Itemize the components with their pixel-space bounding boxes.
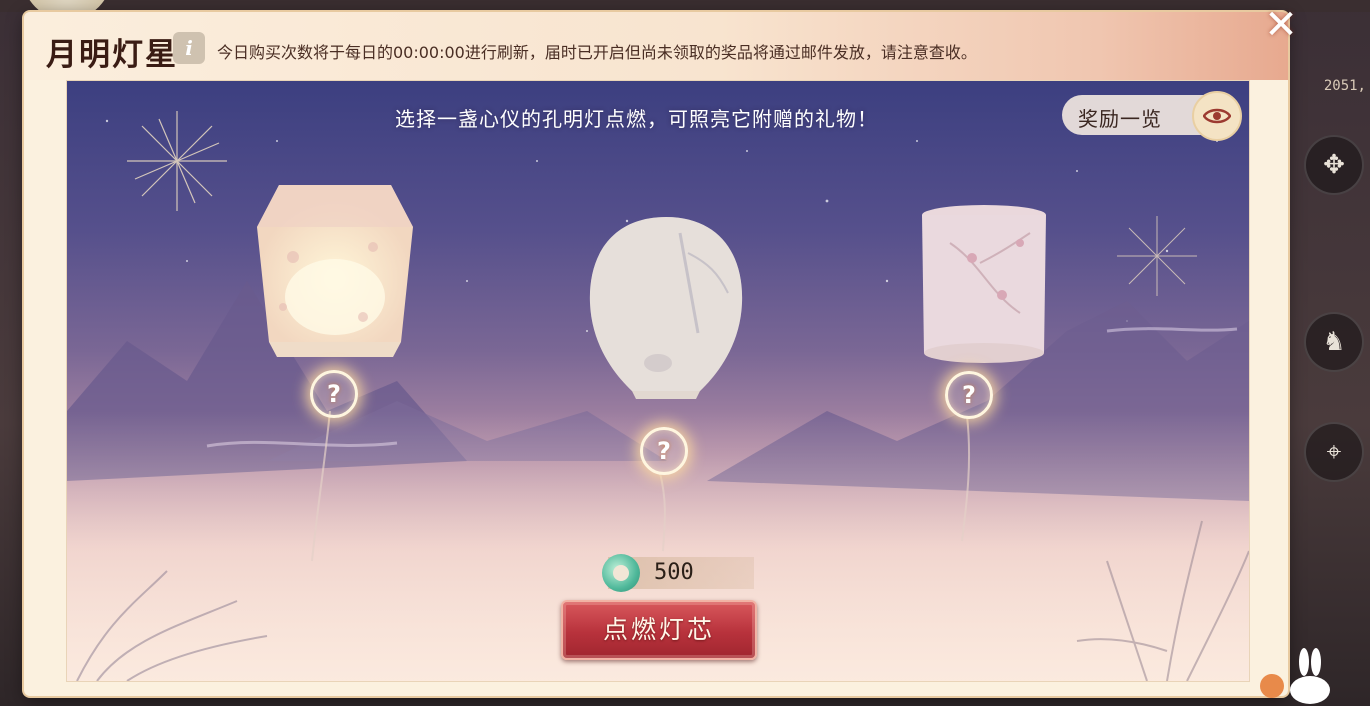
- bamboo-lantern-icon: [589, 217, 743, 399]
- reward-list-button[interactable]: 奖励一览: [1062, 91, 1242, 141]
- floral-lantern-icon: [257, 185, 413, 357]
- info-icon: i: [185, 36, 193, 60]
- lantern-plum[interactable]: [920, 203, 1048, 367]
- light-wick-label: 点燃灯芯: [602, 615, 715, 644]
- mount-button[interactable]: ♞: [1304, 312, 1364, 372]
- compass-button[interactable]: ✥: [1304, 135, 1364, 195]
- close-icon: ✕: [1264, 2, 1298, 48]
- firework-right: [1117, 216, 1197, 296]
- mystery-reward-icon[interactable]: ?: [310, 370, 358, 418]
- target-button[interactable]: ⌖: [1304, 422, 1364, 482]
- refresh-notice: 今日购买次数将于每日的00:00:00进行刷新，届时已开启但尚未领取的奖品将通过…: [217, 43, 977, 62]
- coordinate-readout: 2051,: [1323, 78, 1366, 94]
- firework-left: [127, 111, 227, 211]
- lantern-scene: 选择一盏心仪的孔明灯点燃，可照亮它附赠的礼物！ 奖励一览 ? ? ? 500 点…: [66, 80, 1250, 682]
- cost-display: 500: [602, 554, 754, 592]
- jade-currency-icon: [602, 554, 640, 592]
- horse-icon: ♞: [1322, 327, 1346, 357]
- crosshair-icon: ⌖: [1326, 436, 1342, 467]
- eye-icon: [1192, 91, 1242, 141]
- mystery-reward-icon[interactable]: ?: [640, 427, 688, 475]
- reward-list-label: 奖励一览: [1078, 107, 1162, 131]
- panel-header: 月明灯星 i 今日购买次数将于每日的00:00:00进行刷新，届时已开启但尚未领…: [24, 12, 1288, 80]
- cost-amount: 500: [654, 560, 694, 585]
- plum-lantern-icon: [922, 205, 1046, 363]
- instruction-text: 选择一盏心仪的孔明灯点燃，可照亮它附赠的礼物！: [395, 107, 878, 131]
- mystery-reward-icon[interactable]: ?: [945, 371, 993, 419]
- close-button[interactable]: ✕: [1258, 2, 1304, 48]
- lantern-event-panel: 月明灯星 i 今日购买次数将于每日的00:00:00进行刷新，届时已开启但尚未领…: [24, 12, 1288, 696]
- rabbit-mascot-icon: [1260, 648, 1330, 704]
- panel-title: 月明灯星: [46, 37, 178, 73]
- lantern-floral[interactable]: [253, 177, 417, 367]
- background-top-strip: [0, 0, 1370, 12]
- lantern-bamboo[interactable]: [588, 213, 744, 403]
- compass-icon: ✥: [1323, 150, 1345, 180]
- info-button[interactable]: i: [173, 32, 205, 64]
- light-wick-button[interactable]: 点燃灯芯: [561, 600, 757, 660]
